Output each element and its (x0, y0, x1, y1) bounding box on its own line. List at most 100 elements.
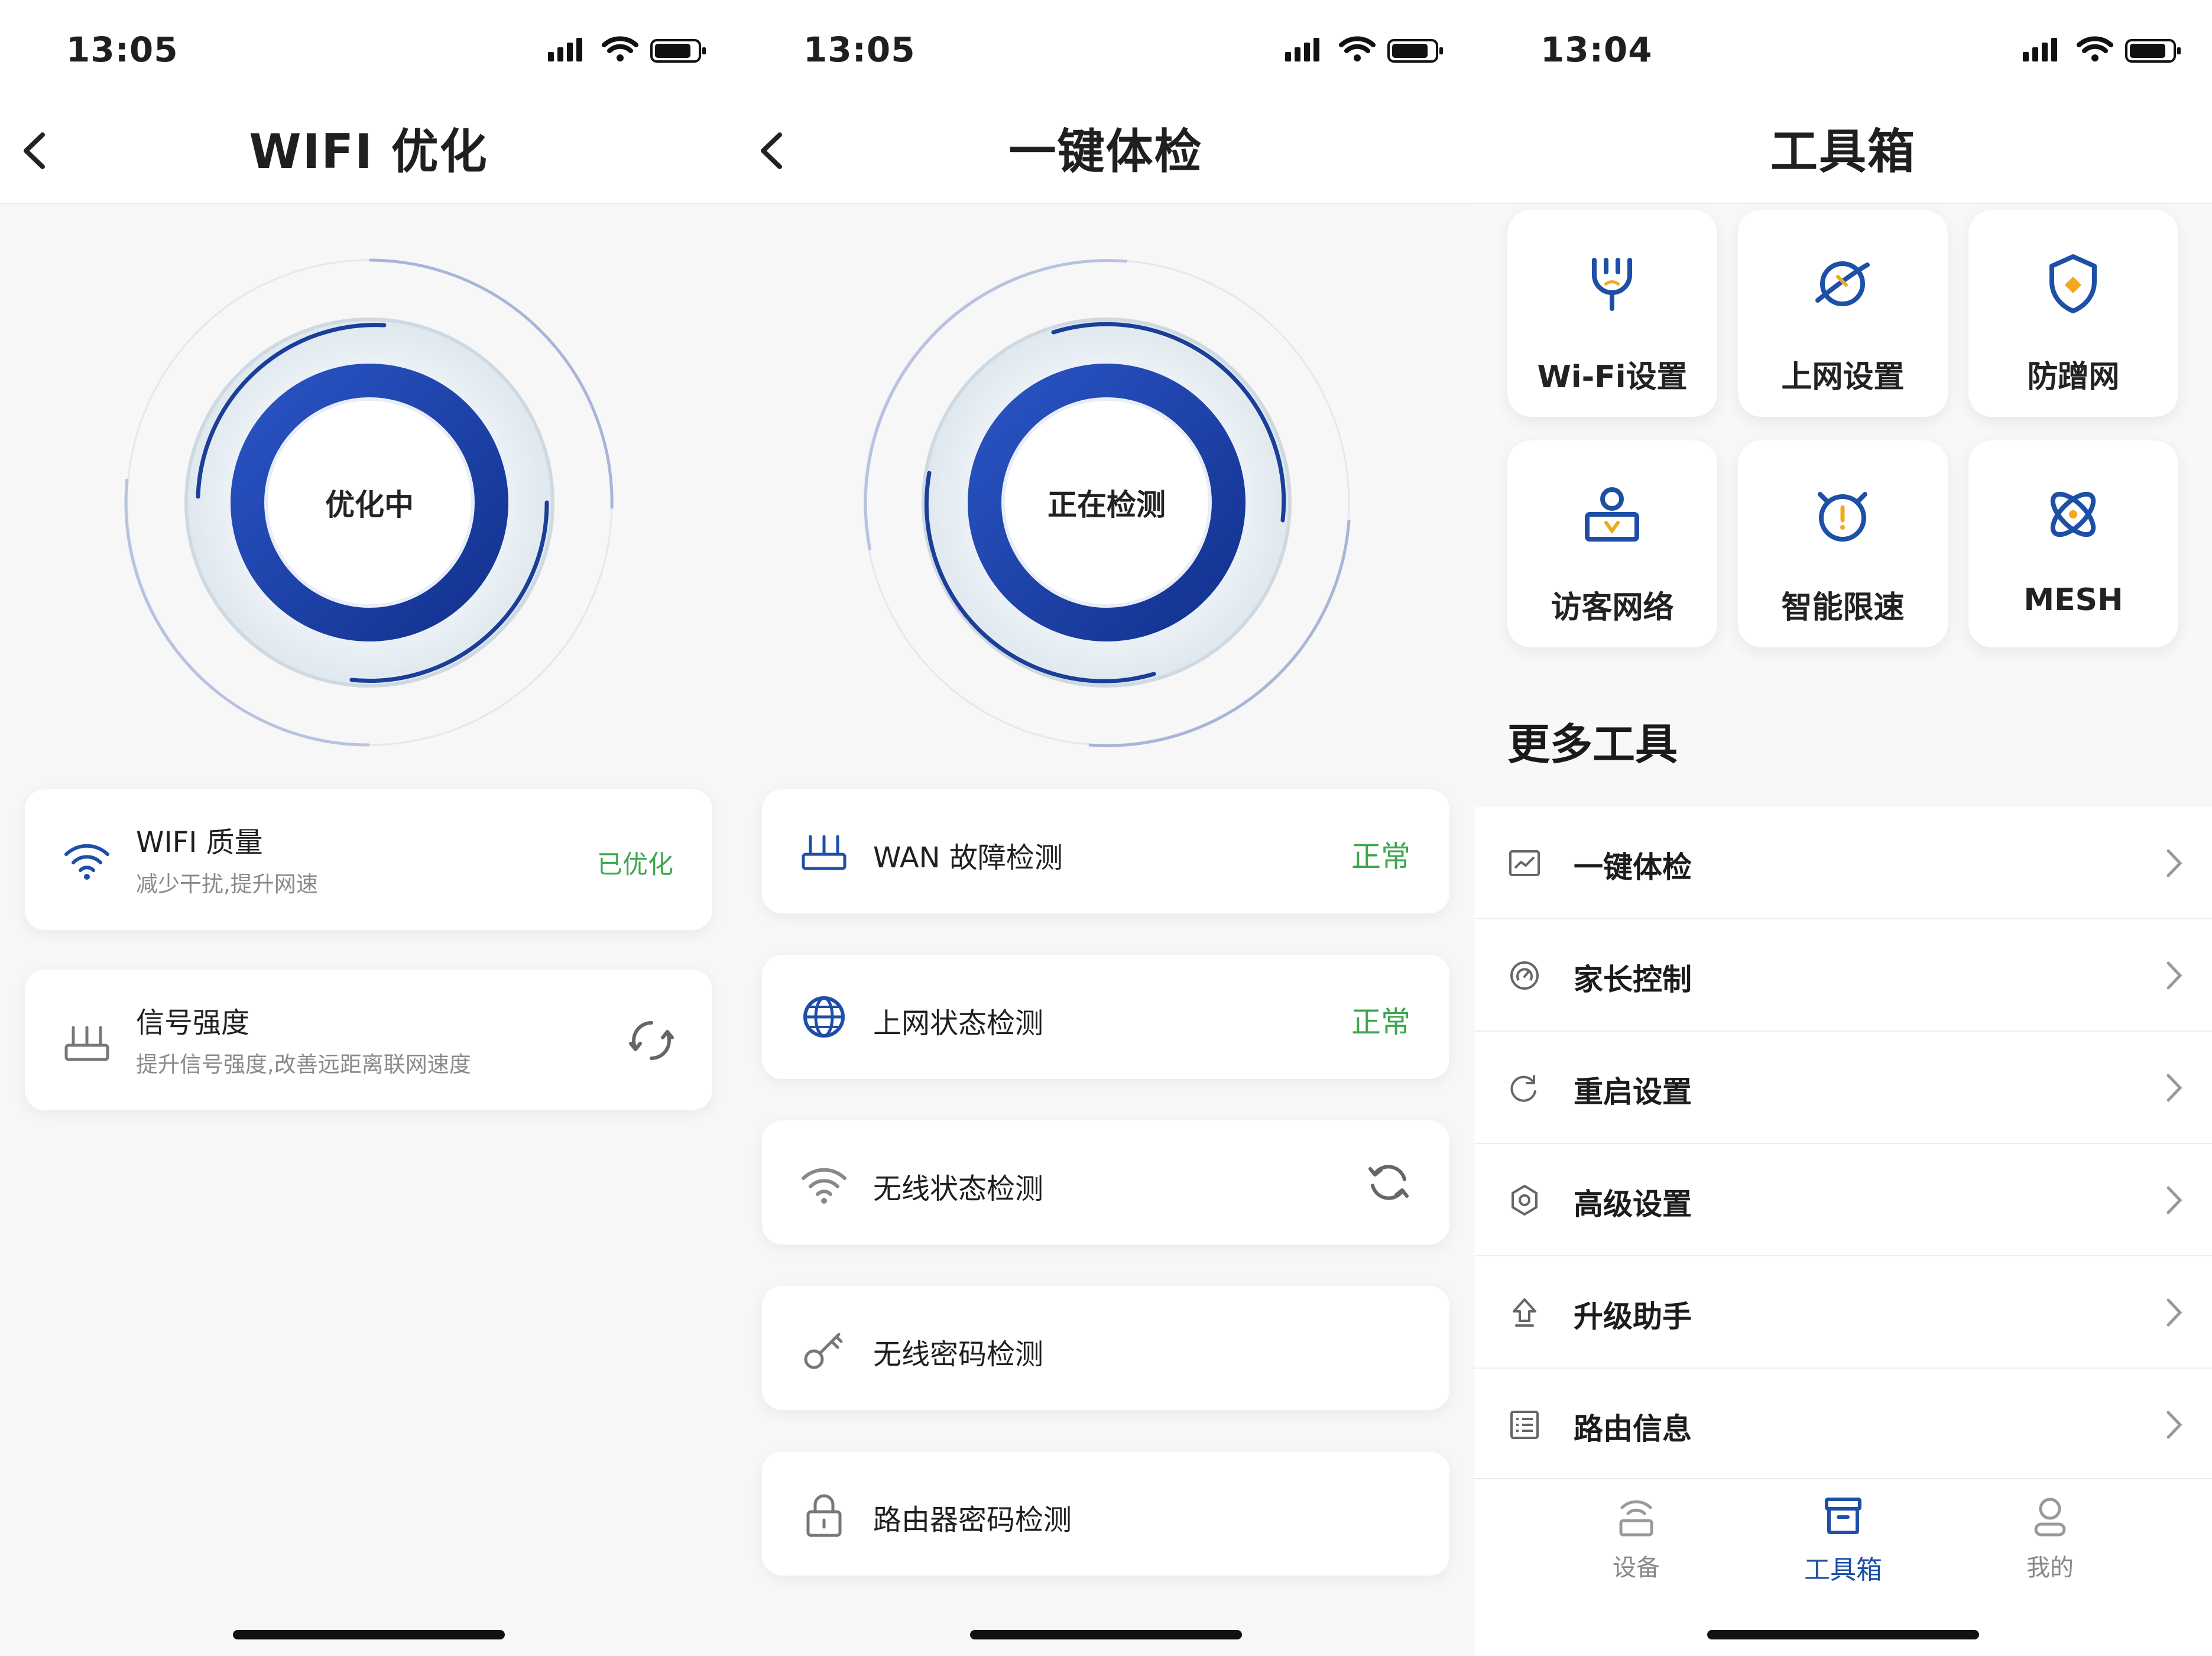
checkup-screen: 13:05 一键体检 正在检测 WAN 故障检测 正常 上网状态检测 正常 无线… (737, 0, 1474, 1656)
chevron-right-icon (2166, 1298, 2182, 1327)
page-title: 一键体检 (1008, 124, 1203, 179)
check-item-label: WAN 故障检测 (873, 841, 1063, 874)
card-title: WIFI 质量 (136, 826, 263, 859)
tab-profile[interactable]: 我的 (1961, 1492, 2139, 1587)
list-item-label: 路由信息 (1574, 1412, 1692, 1446)
status-icons (548, 35, 708, 65)
check-item-label: 无线密码检测 (873, 1338, 1044, 1371)
mesh-icon (2050, 491, 2096, 537)
list-item-label: 一键体检 (1574, 850, 1692, 884)
profile-icon (2034, 1498, 2066, 1537)
tile-label: Wi-Fi设置 (1537, 359, 1688, 395)
wifi-quality-card[interactable]: WIFI 质量 减少干扰,提升网速 已优化 (25, 789, 712, 930)
tile-internet-settings[interactable]: 上网设置 (1738, 210, 1948, 417)
check-item-internet[interactable]: 上网状态检测 正常 (762, 955, 1449, 1079)
nav-bar: WIFI 优化 (0, 101, 737, 204)
tile-label: 访客网络 (1551, 590, 1674, 626)
status-icons (2023, 35, 2182, 65)
tile-label: 上网设置 (1781, 359, 1905, 395)
home-indicator (969, 1630, 1242, 1639)
gauge-icon (1510, 961, 1539, 990)
tab-devices[interactable]: 设备 (1548, 1492, 1725, 1587)
home-indicator (232, 1630, 505, 1639)
chevron-right-icon (2166, 961, 2182, 990)
card-title: 信号强度 (136, 1006, 250, 1039)
status-icons (1285, 35, 1445, 65)
chevron-right-icon (2166, 1411, 2182, 1439)
bottom-tab-bar: 设备 工具箱 我的 (1474, 1478, 2212, 1656)
router-icon (64, 1026, 109, 1061)
list-item-checkup[interactable]: 一键体检 (1474, 807, 2212, 919)
nav-bar: 工具箱 (1474, 101, 2212, 204)
more-tools-heading: 更多工具 (1507, 720, 1678, 769)
status-bar: 13:04 (1474, 0, 2212, 101)
list-item-advanced-settings[interactable]: 高级设置 (1474, 1144, 2212, 1256)
shield-icon (2049, 254, 2097, 313)
info-list-icon (1510, 1411, 1539, 1439)
status-time: 13:05 (803, 30, 916, 70)
check-item-label: 上网状态检测 (873, 1007, 1044, 1040)
list-item-label: 高级设置 (1574, 1187, 1692, 1221)
router-icon (802, 835, 846, 870)
chevron-right-icon (2166, 1186, 2182, 1214)
ring-status-label: 正在检测 (1047, 488, 1166, 522)
page-title: WIFI 优化 (249, 124, 488, 179)
wifi-icon (802, 1168, 846, 1204)
tab-label: 工具箱 (1804, 1555, 1882, 1585)
check-item-wifi-password[interactable]: 无线密码检测 (762, 1286, 1449, 1410)
planet-icon (1815, 261, 1870, 306)
alarm-icon (1818, 492, 1867, 542)
chevron-right-icon (2166, 849, 2182, 877)
status-time: 13:04 (1540, 30, 1653, 70)
tile-anti-leech[interactable]: 防蹭网 (1968, 210, 2178, 417)
list-item-label: 家长控制 (1574, 963, 1692, 997)
list-item-upgrade[interactable]: 升级助手 (1474, 1256, 2212, 1369)
check-item-label: 无线状态检测 (873, 1172, 1044, 1205)
check-item-wireless[interactable]: 无线状态检测 (762, 1120, 1449, 1245)
status-badge: 正常 (1351, 840, 1410, 874)
tile-speed-limit[interactable]: 智能限速 (1738, 440, 1948, 647)
tile-label: 防蹭网 (2027, 359, 2120, 395)
refresh-spinner-icon (1368, 1165, 1409, 1200)
status-bar: 13:05 (737, 0, 1474, 101)
status-badge: 正常 (1351, 1005, 1410, 1039)
tile-wifi-settings[interactable]: Wi-Fi设置 (1507, 210, 1717, 417)
toolbox-icon (1825, 1498, 1861, 1534)
check-item-label: 路由器密码检测 (873, 1503, 1072, 1537)
guest-icon (1585, 487, 1639, 542)
card-subtitle: 提升信号强度,改善远距离联网速度 (136, 1052, 471, 1077)
wifi-plug-icon (1592, 258, 1632, 311)
device-icon (1619, 1500, 1653, 1537)
list-item-label: 重启设置 (1574, 1075, 1692, 1109)
home-indicator (1707, 1630, 1979, 1639)
list-item-router-info[interactable]: 路由信息 (1474, 1369, 2212, 1481)
refresh-spinner-icon (629, 1021, 674, 1060)
chevron-right-icon (2166, 1074, 2182, 1102)
page-title: 工具箱 (1770, 124, 1916, 179)
tile-label: MESH (2023, 582, 2123, 618)
restart-icon (1510, 1075, 1536, 1102)
toolbox-screen: 13:04 工具箱 Wi-Fi设置 上网设置 防蹭网 访客网络 智能限速 MES… (1474, 0, 2212, 1656)
status-badge: 已优化 (597, 850, 673, 880)
lock-icon (806, 1494, 842, 1537)
wifi-optimize-screen: 13:05 WIFI 优化 优化中 WIFI 质量 减少干扰,提升网速 已优化 (0, 0, 737, 1656)
tab-label: 设备 (1613, 1554, 1660, 1582)
list-item-restart[interactable]: 重启设置 (1474, 1032, 2212, 1144)
gear-icon (1512, 1185, 1538, 1216)
signal-strength-card[interactable]: 信号强度 提升信号强度,改善远距离联网速度 (25, 970, 712, 1110)
wifi-icon (64, 844, 109, 880)
globe-icon (803, 996, 845, 1038)
tab-toolbox[interactable]: 工具箱 (1754, 1492, 1932, 1587)
status-time: 13:05 (66, 30, 179, 70)
chart-icon (1509, 850, 1540, 876)
check-item-wan[interactable]: WAN 故障检测 正常 (762, 789, 1449, 913)
upgrade-icon (1513, 1298, 1536, 1327)
tile-mesh[interactable]: MESH (1968, 440, 2178, 647)
more-tools-list: 一键体检 家长控制 重启设置 高级设置 升级助手 路由信息 (1474, 807, 2212, 1481)
key-icon (804, 1333, 843, 1369)
list-item-parental-control[interactable]: 家长控制 (1474, 919, 2212, 1032)
check-item-router-password[interactable]: 路由器密码检测 (762, 1451, 1449, 1576)
tile-guest-network[interactable]: 访客网络 (1507, 440, 1717, 647)
list-item-label: 升级助手 (1574, 1299, 1692, 1334)
card-subtitle: 减少干扰,提升网速 (136, 871, 318, 897)
